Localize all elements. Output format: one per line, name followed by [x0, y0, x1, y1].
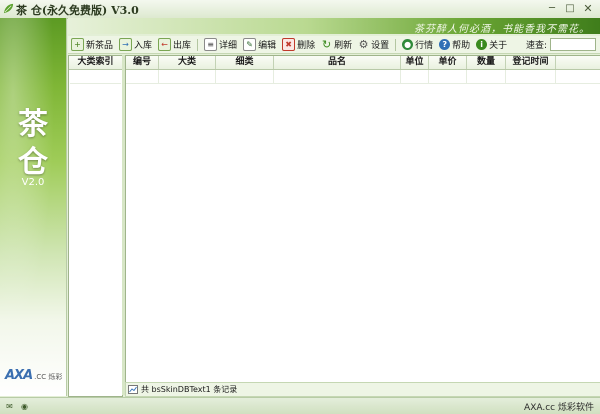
table-cell[interactable] — [506, 70, 556, 83]
table-cell[interactable] — [401, 70, 429, 83]
new-item-button[interactable]: + 新茶品 — [71, 38, 113, 51]
category-index-panel[interactable]: 大类索引 — [68, 55, 123, 397]
table-cell[interactable] — [429, 70, 467, 83]
window-controls: ─ □ ✕ — [544, 2, 596, 15]
edit-icon: ✎ — [243, 38, 257, 51]
brand-title: 茶 仓 — [0, 106, 66, 182]
details-icon: ≡ — [204, 38, 218, 51]
delete-button[interactable]: ✖ 删除 — [282, 38, 315, 51]
stock-in-button[interactable]: → 入库 — [119, 38, 152, 51]
brand-title-line1: 茶 — [18, 107, 48, 142]
market-label: 行情 — [415, 41, 434, 51]
brand-side-panel: 茶 仓 V2.0 AXA .CC 烁彩 — [0, 18, 67, 396]
column-header-quantity[interactable]: 数量 — [467, 56, 506, 69]
brand-version: V2.0 — [21, 177, 45, 188]
help-icon: ? — [439, 39, 451, 50]
column-header-name[interactable]: 品名 — [274, 56, 401, 69]
market-icon: ● — [402, 39, 414, 50]
toolbar-separator — [197, 38, 199, 51]
eye-icon[interactable]: ◉ — [19, 402, 30, 411]
settings-icon: ⚙ — [358, 38, 369, 51]
stock-out-icon: ← — [158, 38, 172, 51]
tea-items-grid[interactable]: 编号 大类 细类 品名 单位 单价 数量 登记时间 — [125, 55, 600, 383]
column-header-category[interactable]: 大类 — [159, 56, 216, 69]
edit-button[interactable]: ✎ 编辑 — [243, 38, 276, 51]
tea-leaf-icon — [3, 3, 14, 14]
stock-in-icon: → — [119, 38, 133, 51]
search-input[interactable] — [550, 38, 596, 51]
slogan-text: 茶芬醉人何必酒，书能香我不需花。 — [414, 24, 590, 35]
refresh-button[interactable]: ↻ 刷新 — [321, 38, 352, 51]
delete-icon: ✖ — [282, 38, 296, 51]
table-row[interactable] — [126, 70, 600, 84]
about-icon: i — [476, 39, 488, 50]
column-header-unit[interactable]: 单位 — [401, 56, 429, 69]
table-cell[interactable] — [126, 70, 159, 83]
table-cell[interactable] — [159, 70, 216, 83]
category-row[interactable] — [70, 70, 121, 84]
stock-in-label: 入库 — [134, 41, 153, 51]
market-button[interactable]: ● 行情 — [402, 38, 433, 51]
table-cell[interactable] — [274, 70, 401, 83]
company-name: AXA.cc 烁彩软件 — [524, 402, 594, 413]
window-title: 茶 仓(永久免费版) V3.0 — [16, 4, 139, 17]
about-label: 关于 — [489, 41, 508, 51]
settings-button[interactable]: ⚙ 设置 — [358, 38, 389, 51]
maximize-icon[interactable]: □ — [562, 2, 578, 15]
column-header-register-time[interactable]: 登记时间 — [506, 56, 556, 69]
refresh-label: 刷新 — [334, 41, 353, 51]
record-count-bar: 共 bsSkinDBText1 条记录 — [125, 382, 600, 397]
company-logo: AXA .CC 烁彩 — [5, 368, 62, 383]
close-icon[interactable]: ✕ — [580, 2, 596, 15]
help-label: 帮助 — [452, 41, 471, 51]
leaf-decoration — [0, 18, 66, 396]
status-bar: ✉ ◉ AXA.cc 烁彩软件 — [0, 397, 600, 414]
mail-icon[interactable]: ✉ — [4, 402, 15, 411]
logo-suffix: .CC 烁彩 — [34, 373, 63, 381]
delete-label: 删除 — [297, 41, 316, 51]
help-button[interactable]: ? 帮助 — [439, 38, 470, 51]
search-label: 速查: — [525, 41, 547, 51]
edit-label: 编辑 — [258, 41, 277, 51]
record-count-text: 共 bsSkinDBText1 条记录 — [141, 385, 238, 394]
main-toolbar: + 新茶品 → 入库 ← 出库 ≡ 详细 ✎ 编辑 ✖ 删除 ↻ 刷新 ⚙ 设置… — [68, 36, 600, 54]
column-header-id[interactable]: 编号 — [126, 56, 159, 69]
new-item-icon: + — [71, 38, 84, 51]
category-index-header: 大类索引 — [69, 56, 122, 70]
header-banner: 茶芬醉人何必酒，书能香我不需花。 — [68, 18, 600, 35]
title-bar[interactable]: 茶 仓(永久免费版) V3.0 ─ □ ✕ — [0, 0, 600, 19]
about-button[interactable]: i 关于 — [476, 38, 507, 51]
table-cell[interactable] — [467, 70, 506, 83]
column-header-subcategory[interactable]: 细类 — [216, 56, 274, 69]
refresh-icon: ↻ — [321, 38, 332, 51]
new-item-label: 新茶品 — [86, 41, 114, 51]
details-label: 详细 — [219, 41, 238, 51]
details-button[interactable]: ≡ 详细 — [204, 38, 237, 51]
stock-out-button[interactable]: ← 出库 — [158, 38, 191, 51]
grid-header: 编号 大类 细类 品名 单位 单价 数量 登记时间 — [126, 56, 600, 70]
settings-label: 设置 — [371, 41, 390, 51]
minimize-icon[interactable]: ─ — [544, 2, 560, 15]
stock-out-label: 出库 — [173, 41, 192, 51]
table-cell[interactable] — [216, 70, 274, 83]
chart-icon — [128, 385, 138, 394]
app-window: 茶 仓(永久免费版) V3.0 ─ □ ✕ 茶芬醉人何必酒，书能香我不需花。 茶… — [0, 0, 600, 414]
logo-text: AXA — [5, 368, 33, 383]
column-header-price[interactable]: 单价 — [429, 56, 467, 69]
toolbar-separator — [395, 38, 397, 51]
